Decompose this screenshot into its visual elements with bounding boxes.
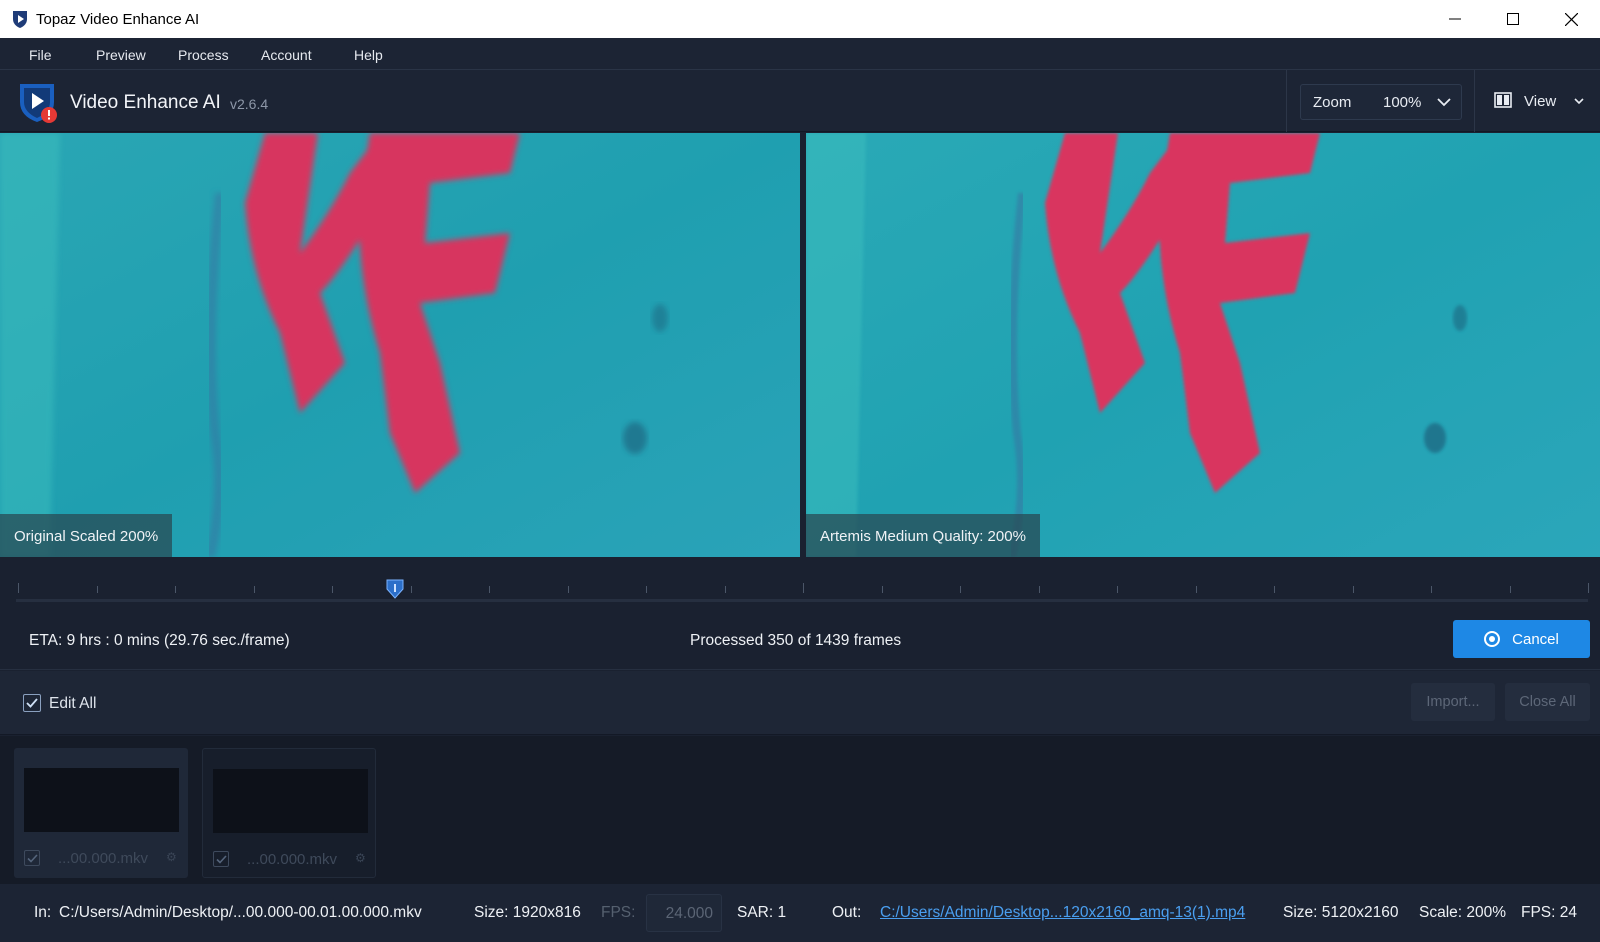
thumbnail-image bbox=[24, 768, 179, 832]
edit-all-row: Edit All Import... Close All bbox=[0, 671, 1600, 735]
checkmark-icon bbox=[26, 698, 38, 708]
playhead-handle[interactable] bbox=[386, 579, 404, 599]
original-label: Original Scaled 200% bbox=[0, 514, 173, 557]
app-name: Video Enhance AI bbox=[70, 92, 221, 113]
timeline[interactable] bbox=[0, 564, 1600, 612]
timeline-tick bbox=[1117, 586, 1118, 593]
scale-value: Scale: 200% bbox=[1419, 904, 1507, 921]
divider bbox=[1474, 70, 1475, 132]
cancel-label: Cancel bbox=[1512, 630, 1559, 648]
thumbnail-image bbox=[213, 769, 368, 833]
input-size: Size: 1920x816 bbox=[474, 904, 581, 921]
timeline-tick bbox=[803, 583, 804, 593]
window-titlebar: Topaz Video Enhance AI bbox=[0, 0, 1600, 38]
timeline-tick bbox=[18, 583, 19, 593]
timeline-tick bbox=[567, 586, 569, 593]
app-icon bbox=[13, 11, 27, 28]
timeline-tick bbox=[253, 586, 255, 593]
fps-label: FPS: bbox=[601, 904, 636, 921]
app-header: Video Enhance AI v2.6.4 Zoom 100% View bbox=[0, 70, 1600, 132]
timeline-tick bbox=[1038, 586, 1040, 593]
status-bar: In: C:/Users/Admin/Desktop/...00.000-00.… bbox=[0, 884, 1600, 942]
maximize-icon[interactable] bbox=[1484, 0, 1542, 38]
divider bbox=[1286, 70, 1287, 132]
zoom-select[interactable]: Zoom 100% bbox=[1300, 84, 1462, 120]
video-thumbnail[interactable]: ...00.000.mkv ⚙ bbox=[14, 748, 188, 878]
progress-row: ETA: 9 hrs : 0 mins (29.76 sec./frame) P… bbox=[0, 612, 1600, 670]
output-size: Size: 5120x2160 bbox=[1283, 904, 1399, 921]
sar-value: SAR: 1 bbox=[737, 904, 787, 921]
output-path-link[interactable]: C:/Users/Admin/Desktop...120x2160_amq-13… bbox=[880, 904, 1245, 922]
close-all-button[interactable]: Close All bbox=[1505, 683, 1590, 721]
menu-help[interactable]: Help bbox=[354, 47, 383, 63]
menu-process[interactable]: Process bbox=[178, 47, 229, 63]
video-filename: ...00.000.mkv bbox=[247, 851, 338, 868]
chevron-down-icon[interactable] bbox=[1574, 96, 1584, 106]
enhanced-label: Artemis Medium Quality: 200% bbox=[806, 514, 1040, 557]
timeline-tick bbox=[881, 586, 883, 593]
timeline-tick bbox=[410, 586, 412, 593]
minimize-icon[interactable] bbox=[1426, 0, 1484, 38]
zoom-value: 100% bbox=[1383, 94, 1422, 111]
eta-text: ETA: 9 hrs : 0 mins (29.76 sec./frame) bbox=[29, 632, 290, 649]
enhanced-preview-image bbox=[806, 133, 1600, 557]
timeline-tick bbox=[1588, 583, 1589, 593]
timeline-tick bbox=[175, 586, 176, 593]
stop-icon bbox=[1484, 631, 1501, 647]
timeline-tick bbox=[96, 586, 98, 593]
output-fps: FPS: 24 bbox=[1521, 904, 1577, 921]
cancel-button[interactable]: Cancel bbox=[1453, 620, 1590, 658]
settings-icon[interactable]: ⚙ bbox=[166, 850, 177, 864]
processed-count: Processed 350 of 1439 frames bbox=[690, 632, 902, 649]
video-list: ...00.000.mkv ⚙ ...00.000.mkv ⚙ bbox=[0, 736, 1600, 884]
fps-input[interactable]: 24.000 bbox=[646, 894, 722, 932]
original-preview-image bbox=[0, 133, 800, 557]
video-thumbnail[interactable]: ...00.000.mkv ⚙ bbox=[202, 748, 376, 878]
edit-all-checkbox[interactable] bbox=[23, 694, 41, 712]
enhanced-preview[interactable]: Artemis Medium Quality: 200% bbox=[806, 133, 1600, 557]
checkmark-icon bbox=[215, 854, 227, 864]
app-version: v2.6.4 bbox=[230, 96, 269, 112]
output-label: Out: bbox=[832, 904, 862, 921]
menu-bar: File Preview Process Account Help bbox=[0, 38, 1600, 70]
timeline-tick bbox=[332, 586, 333, 593]
close-icon[interactable] bbox=[1542, 0, 1600, 38]
view-button[interactable]: View bbox=[1524, 93, 1556, 110]
timeline-tick bbox=[489, 586, 490, 593]
video-checkbox[interactable] bbox=[213, 851, 229, 867]
timeline-tick bbox=[1431, 586, 1432, 593]
timeline-tick bbox=[1509, 586, 1511, 593]
timeline-tick bbox=[1195, 586, 1197, 593]
input-path: C:/Users/Admin/Desktop/...00.000-00.01.0… bbox=[59, 904, 422, 921]
video-checkbox[interactable] bbox=[24, 850, 40, 866]
split-view-icon[interactable] bbox=[1494, 92, 1512, 108]
timeline-track[interactable] bbox=[16, 599, 1588, 602]
timeline-tick bbox=[1274, 586, 1275, 593]
import-button[interactable]: Import... bbox=[1411, 683, 1495, 721]
video-filename: ...00.000.mkv bbox=[58, 850, 149, 867]
original-preview[interactable]: Original Scaled 200% bbox=[0, 133, 800, 557]
chevron-down-icon bbox=[1437, 98, 1451, 107]
menu-account[interactable]: Account bbox=[261, 47, 312, 63]
zoom-label: Zoom bbox=[1313, 94, 1352, 111]
timeline-tick bbox=[960, 586, 961, 593]
input-label: In: bbox=[34, 904, 52, 921]
settings-icon[interactable]: ⚙ bbox=[355, 851, 366, 865]
window-title: Topaz Video Enhance AI bbox=[36, 11, 200, 28]
checkmark-icon bbox=[26, 853, 38, 863]
menu-preview[interactable]: Preview bbox=[96, 47, 146, 63]
timeline-tick bbox=[724, 586, 726, 593]
edit-all-label: Edit All bbox=[49, 695, 97, 712]
timeline-tick bbox=[646, 586, 647, 593]
menu-file[interactable]: File bbox=[29, 47, 52, 63]
topaz-logo-icon bbox=[20, 84, 57, 123]
timeline-tick bbox=[1352, 586, 1354, 593]
